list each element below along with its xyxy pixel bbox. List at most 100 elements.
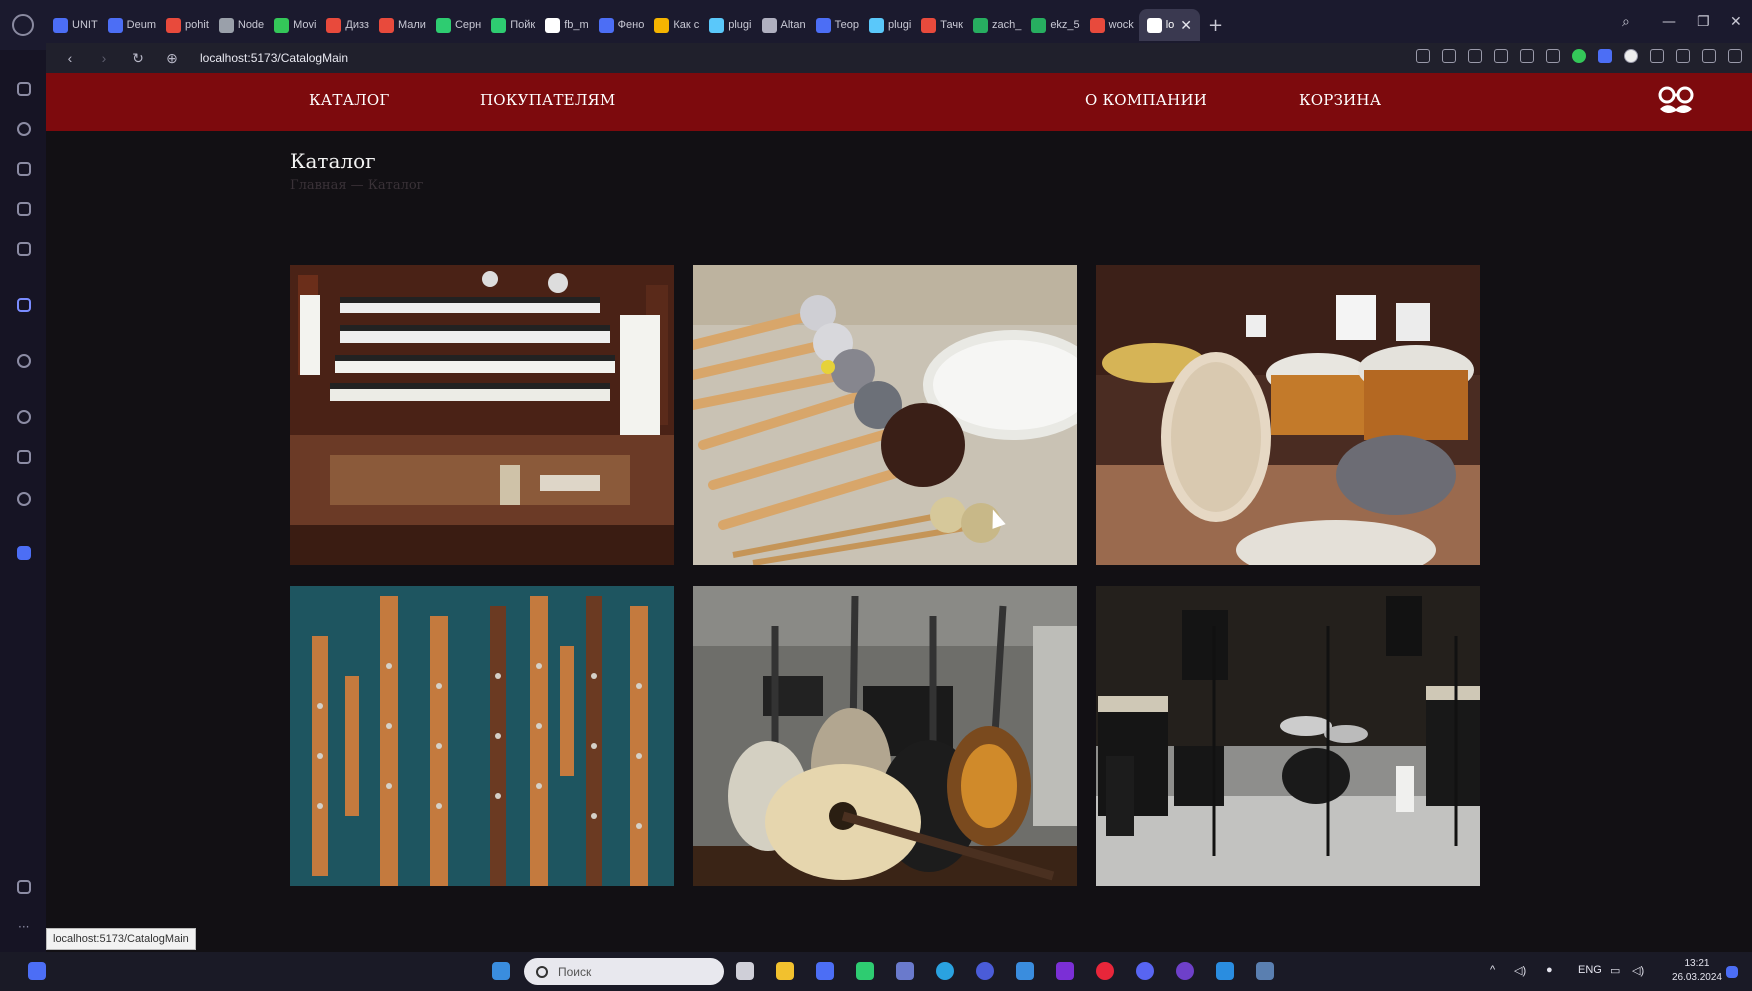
restore-icon[interactable]: ❐	[1697, 14, 1710, 30]
logo-glasses-mustache-icon[interactable]	[1656, 85, 1696, 119]
file-explorer-icon[interactable]	[776, 962, 794, 980]
extension-white-icon[interactable]	[1624, 49, 1638, 63]
tab-label: Тачк	[940, 19, 963, 31]
search-tabs-icon[interactable]: ⌕	[1622, 14, 1630, 30]
sidebar-more-icon[interactable]: ···	[18, 920, 29, 934]
speaker-icon[interactable]: ◁)	[1514, 964, 1526, 977]
tab[interactable]: UNIT	[48, 9, 103, 41]
tab[interactable]: Deum	[103, 9, 161, 41]
minimize-icon[interactable]: —	[1662, 14, 1676, 30]
zoom-icon[interactable]	[1416, 49, 1430, 63]
download-icon[interactable]	[1702, 49, 1716, 63]
onenote-icon[interactable]	[1056, 962, 1074, 980]
tile-drums[interactable]	[1096, 265, 1480, 565]
edge-icon[interactable]	[856, 962, 874, 980]
tab-favicon-icon	[1089, 17, 1105, 33]
sidebar-settings-icon[interactable]	[17, 492, 31, 506]
sidebar-messages-icon[interactable]	[17, 82, 31, 96]
close-window-icon[interactable]: ✕	[1730, 14, 1742, 30]
notification-icon[interactable]	[1726, 966, 1738, 978]
back-icon[interactable]: ‹	[58, 50, 82, 66]
cube-icon[interactable]	[1650, 49, 1664, 63]
telegram-icon[interactable]	[936, 962, 954, 980]
sidebar-bag-icon[interactable]	[17, 162, 31, 176]
taskbar-search[interactable]: Поиск	[524, 958, 724, 985]
language-indicator[interactable]: ENG	[1578, 964, 1602, 976]
tab[interactable]: Тачк	[916, 9, 968, 41]
sidebar-player-icon[interactable]	[17, 354, 31, 368]
tab[interactable]: plugi	[704, 9, 756, 41]
tab[interactable]: plugi	[864, 9, 916, 41]
sidebar-calendar-icon[interactable]	[17, 242, 31, 256]
network-icon[interactable]: ▭	[1610, 964, 1620, 977]
tile-guitars[interactable]	[693, 586, 1077, 886]
tab[interactable]: wock	[1085, 9, 1139, 41]
clock[interactable]: 13:21 26.03.2024	[1672, 957, 1722, 985]
python-icon[interactable]	[1016, 962, 1034, 980]
nav-cart[interactable]: КОРЗИНА	[1299, 91, 1381, 109]
nav-catalog[interactable]: КАТАЛОГ	[309, 91, 389, 109]
volume-icon[interactable]: ◁)	[1632, 964, 1644, 977]
close-tab-icon[interactable]: ✕	[1180, 17, 1192, 34]
nav-about[interactable]: О КОМПАНИИ	[1085, 91, 1207, 109]
sidebar-chat-icon[interactable]	[17, 202, 31, 216]
sidebar-panel-icon[interactable]	[17, 880, 31, 894]
task-view-icon[interactable]	[736, 962, 754, 980]
tile-organ[interactable]	[290, 265, 674, 565]
tab[interactable]: Как с	[649, 9, 704, 41]
tab[interactable]: Дизз	[321, 9, 374, 41]
extension-blue-icon[interactable]	[1598, 49, 1612, 63]
tab[interactable]: Movi	[269, 9, 321, 41]
tile-clarinets[interactable]	[290, 586, 674, 886]
tab[interactable]: Altan	[757, 9, 811, 41]
menu-icon[interactable]	[1728, 49, 1742, 63]
tab-label: Node	[237, 19, 265, 31]
sidebar-compass-icon[interactable]	[17, 122, 31, 136]
tile-mallets[interactable]	[693, 265, 1077, 565]
nav-buyers[interactable]: ПОКУПАТЕЛЯМ	[480, 91, 615, 109]
tab[interactable]: Фено	[594, 9, 650, 41]
extension-green-icon[interactable]	[1572, 49, 1586, 63]
vscode-icon[interactable]	[1216, 962, 1234, 980]
sidebar-app-icon[interactable]	[17, 546, 31, 560]
tab[interactable]: Серн	[431, 9, 486, 41]
tab[interactable]: Мали	[374, 9, 431, 41]
sidebar-box-icon[interactable]	[17, 450, 31, 464]
mic-icon[interactable]: ●	[1546, 964, 1553, 976]
tab[interactable]: Пойк	[486, 9, 540, 41]
discord-icon[interactable]	[1136, 962, 1154, 980]
opera-icon[interactable]	[1096, 962, 1114, 980]
tab-active[interactable]: lo ✕	[1138, 9, 1201, 41]
tab[interactable]: pohit	[161, 9, 214, 41]
heart-icon[interactable]	[1546, 49, 1560, 63]
app-circle-icon[interactable]	[976, 962, 994, 980]
browser-logo-icon[interactable]	[12, 14, 34, 36]
play-icon[interactable]	[1520, 49, 1534, 63]
store-icon[interactable]	[816, 962, 834, 980]
reload-icon[interactable]: ↻	[126, 50, 150, 67]
sidebar-history-icon[interactable]	[17, 410, 31, 424]
camera-icon[interactable]	[1468, 49, 1482, 63]
tab[interactable]: Node	[214, 9, 269, 41]
forward-icon[interactable]: ›	[92, 50, 116, 66]
tab[interactable]: ekz_5	[1026, 9, 1084, 41]
tray-expand-icon[interactable]: ^	[1490, 964, 1495, 976]
github-icon[interactable]	[1176, 962, 1194, 980]
settings-icon[interactable]	[1494, 49, 1508, 63]
tab[interactable]: fb_m	[540, 9, 593, 41]
breadcrumb[interactable]: Главная — Каталог	[290, 178, 423, 193]
photos-icon[interactable]	[896, 962, 914, 980]
start-icon[interactable]	[492, 962, 510, 980]
widgets-icon[interactable]	[28, 962, 46, 980]
pgadmin-icon[interactable]	[1256, 962, 1274, 980]
tab[interactable]: Теор	[811, 9, 864, 41]
url-field[interactable]: localhost:5173/CatalogMain	[200, 51, 348, 65]
site-info-icon[interactable]: ⊕	[160, 50, 184, 67]
new-tab-icon[interactable]: +	[1208, 15, 1223, 36]
tile-studio[interactable]	[1096, 586, 1480, 886]
tab-favicon-icon	[53, 17, 68, 33]
tab[interactable]: zach_	[968, 9, 1026, 41]
profile-icon[interactable]	[1676, 49, 1690, 63]
screenshot-icon[interactable]	[1442, 49, 1456, 63]
sidebar-aria-icon[interactable]	[17, 298, 31, 312]
